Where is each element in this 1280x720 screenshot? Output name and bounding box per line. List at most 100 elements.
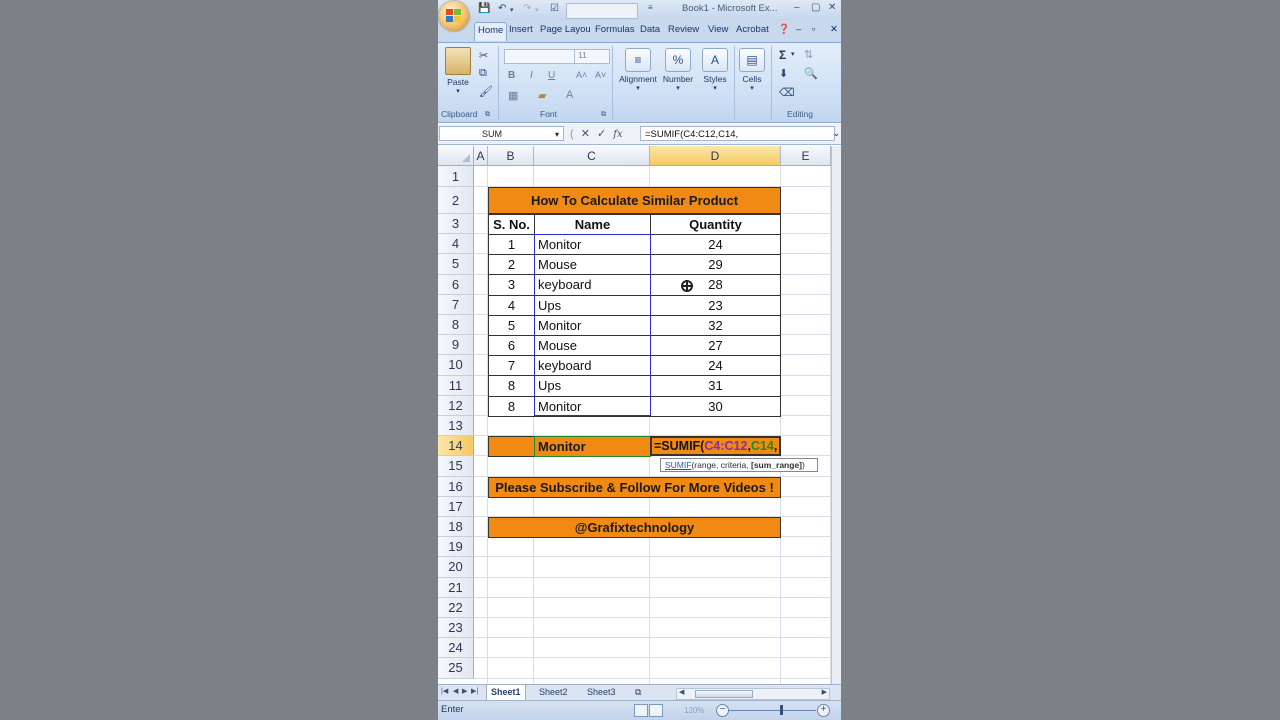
find-select-icon[interactable]: 🔍: [804, 67, 818, 80]
row-header[interactable]: 6: [438, 274, 474, 295]
quantity-cell[interactable]: 30: [650, 395, 781, 417]
product-name-cell[interactable]: keyboard: [534, 355, 651, 377]
row-header[interactable]: 21: [438, 577, 474, 598]
criteria-cell-c14[interactable]: Monitor: [488, 436, 651, 457]
quantity-cell[interactable]: 27: [650, 335, 781, 357]
sno-cell[interactable]: 3: [488, 274, 535, 296]
product-name-cell[interactable]: keyboard: [534, 274, 651, 296]
sno-cell[interactable]: 7: [488, 355, 535, 377]
paste-button[interactable]: Paste ▾: [444, 47, 472, 95]
sheet-tab-2[interactable]: Sheet2: [535, 685, 572, 700]
grow-font-icon[interactable]: A˄: [576, 70, 587, 80]
header-name-cell[interactable]: Name: [534, 214, 651, 235]
name-box-dropdown-icon[interactable]: ▾: [555, 127, 559, 142]
sno-cell[interactable]: 8: [488, 395, 535, 417]
product-name-cell[interactable]: Mouse: [534, 335, 651, 357]
sort-filter-icon[interactable]: ⇅: [804, 48, 813, 61]
check-icon[interactable]: ☑: [550, 3, 559, 14]
tab-acrobat[interactable]: Acrobat: [736, 24, 769, 35]
row-header[interactable]: 15: [438, 456, 474, 477]
font-color-icon[interactable]: A: [566, 89, 573, 101]
formula-expand-icon[interactable]: (: [570, 128, 574, 140]
last-sheet-icon[interactable]: ▶|: [471, 687, 478, 695]
save-icon[interactable]: 💾: [478, 3, 490, 14]
office-button[interactable]: [439, 1, 469, 31]
product-name-cell[interactable]: Ups: [534, 375, 651, 397]
active-cell-d14[interactable]: =SUMIF(C4:C12,C14,: [650, 436, 781, 456]
column-header-e[interactable]: E: [781, 146, 831, 166]
row-header[interactable]: 24: [438, 638, 474, 659]
redo-icon[interactable]: ↷: [523, 3, 531, 14]
bold-button[interactable]: B: [508, 70, 515, 81]
sno-cell[interactable]: 5: [488, 314, 535, 336]
column-header-c[interactable]: C: [534, 146, 650, 166]
confirm-entry-icon[interactable]: ✓: [597, 128, 606, 140]
cancel-entry-icon[interactable]: ✕: [581, 128, 590, 140]
row-header[interactable]: 22: [438, 597, 474, 618]
row-header[interactable]: 5: [438, 254, 474, 275]
select-all-corner[interactable]: [438, 146, 474, 166]
row-header[interactable]: 18: [438, 517, 474, 538]
help-icon[interactable]: ❓: [778, 24, 790, 35]
row-header[interactable]: 14: [438, 436, 474, 457]
tab-review[interactable]: Review: [668, 24, 699, 35]
styles-button[interactable]: A Styles ▾: [698, 48, 732, 92]
quantity-cell[interactable]: 23: [650, 294, 781, 316]
row-header[interactable]: 13: [438, 416, 474, 437]
alignment-button[interactable]: ≡ Alignment ▾: [616, 48, 660, 92]
fill-icon[interactable]: ⬇: [779, 67, 788, 80]
product-name-cell[interactable]: Monitor: [534, 234, 651, 256]
undo-dropdown-icon[interactable]: ▾: [510, 6, 514, 14]
zoom-level[interactable]: 120%: [684, 706, 704, 715]
insert-function-icon[interactable]: fx: [613, 129, 622, 140]
maximize-button[interactable]: ▢: [811, 2, 820, 13]
tab-insert[interactable]: Insert: [509, 24, 533, 35]
copy-icon[interactable]: ⧉: [479, 67, 487, 80]
product-name-cell[interactable]: Monitor: [534, 395, 651, 417]
horizontal-scroll-thumb[interactable]: [695, 690, 753, 698]
scroll-right-icon[interactable]: ▶: [822, 688, 827, 696]
prev-sheet-icon[interactable]: ◀: [453, 687, 458, 695]
first-sheet-icon[interactable]: |◀: [441, 687, 448, 695]
row-header[interactable]: 17: [438, 496, 474, 517]
row-header[interactable]: 12: [438, 395, 474, 416]
header-quantity-cell[interactable]: Quantity: [650, 214, 781, 235]
scroll-left-icon[interactable]: ◀: [679, 688, 684, 696]
row-header[interactable]: 16: [438, 476, 474, 497]
font-name-select[interactable]: [504, 49, 576, 64]
row-header[interactable]: 4: [438, 234, 474, 255]
tab-data[interactable]: Data: [640, 24, 660, 35]
page-layout-view-icon[interactable]: [649, 704, 663, 717]
column-header-b[interactable]: B: [488, 146, 534, 166]
product-name-cell[interactable]: Monitor: [534, 314, 651, 336]
sheet-tab-3[interactable]: Sheet3: [583, 685, 620, 700]
formula-collapse-icon[interactable]: ⌄: [832, 128, 840, 139]
row-header[interactable]: 2: [438, 187, 474, 214]
ribbon-restore-icon[interactable]: ▫: [812, 24, 815, 35]
fill-color-icon[interactable]: ▰: [538, 89, 546, 102]
redo-dropdown-icon[interactable]: ▾: [535, 6, 539, 14]
font-size-select[interactable]: 11: [574, 49, 610, 64]
header-sno-cell[interactable]: S. No.: [488, 214, 535, 235]
autosum-icon[interactable]: Σ: [779, 48, 786, 62]
next-sheet-icon[interactable]: ▶: [462, 687, 467, 695]
quantity-cell[interactable]: 32: [650, 314, 781, 336]
sno-cell[interactable]: 2: [488, 254, 535, 276]
row-header[interactable]: 25: [438, 658, 474, 679]
row-header[interactable]: 10: [438, 355, 474, 376]
quantity-cell[interactable]: 31: [650, 375, 781, 397]
sno-cell[interactable]: 4: [488, 294, 535, 316]
insert-sheet-icon[interactable]: ⧉: [631, 685, 645, 700]
format-painter-icon[interactable]: 🖌: [479, 85, 493, 98]
name-box[interactable]: SUM ▾: [439, 126, 564, 141]
underline-button[interactable]: U: [548, 70, 555, 81]
quick-access-box[interactable]: [566, 3, 638, 19]
quantity-cell[interactable]: 24: [650, 355, 781, 377]
row-header[interactable]: 7: [438, 294, 474, 315]
row-header[interactable]: 1: [438, 166, 474, 187]
cells-button[interactable]: ▤ Cells ▾: [737, 48, 767, 92]
sno-cell[interactable]: 1: [488, 234, 535, 256]
row-header[interactable]: 9: [438, 335, 474, 356]
clipboard-launcher-icon[interactable]: ⧉: [485, 111, 490, 119]
tab-formulas[interactable]: Formulas: [595, 24, 635, 35]
